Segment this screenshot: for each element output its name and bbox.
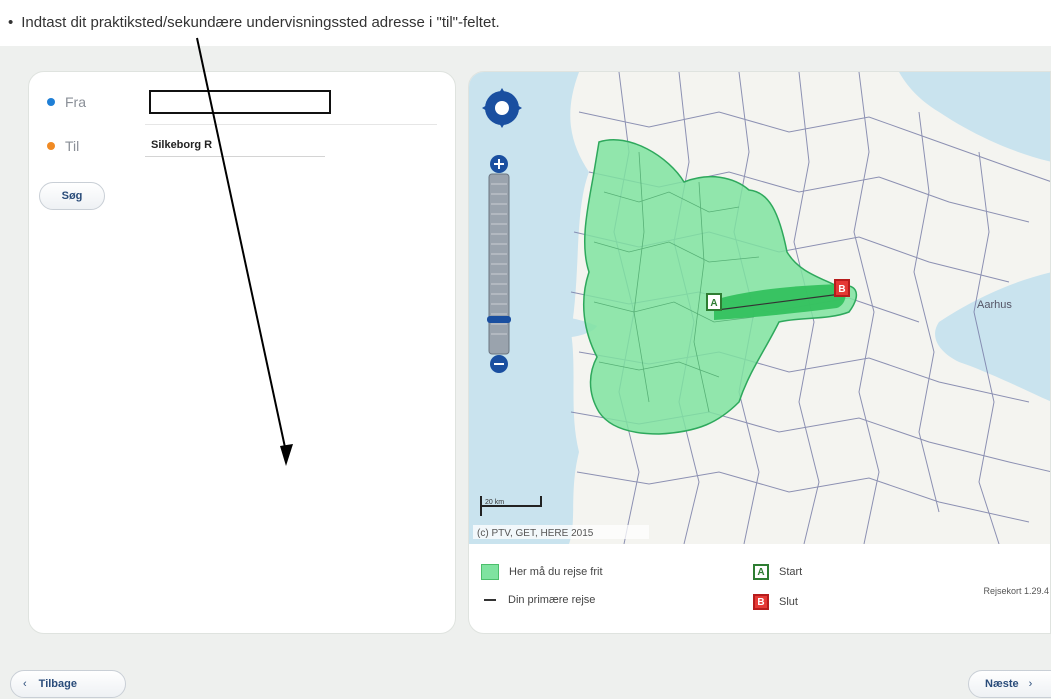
version-label: Rejsekort 1.29.4 — [983, 586, 1049, 596]
instruction-label: Indtast dit praktiksted/sekundære underv… — [21, 14, 500, 31]
bullet-icon: • — [8, 14, 14, 31]
next-label: Næste — [985, 678, 1019, 690]
map-panel: Aarhus A B 20 km (c) PTV, GET, HERE 2015… — [468, 71, 1051, 634]
instruction-bar: • Indtast dit praktiksted/sekundære under… — [0, 0, 1051, 46]
to-row: Til — [47, 132, 153, 160]
back-button[interactable]: ‹ Tilbage — [10, 670, 126, 698]
from-input[interactable] — [149, 90, 331, 114]
zoom-control[interactable] — [487, 155, 511, 373]
from-dot-icon — [47, 98, 55, 106]
end-marker-icon: B — [753, 594, 769, 610]
map-attribution: (c) PTV, GET, HERE 2015 — [477, 528, 594, 539]
end-marker-label: B — [838, 284, 845, 295]
legend-start: A Start — [753, 564, 802, 580]
chevron-left-icon: ‹ — [23, 678, 27, 690]
start-marker-icon: A — [753, 564, 769, 580]
to-input[interactable]: Silkeborg R — [149, 134, 325, 156]
instruction-text: • Indtast dit praktiksted/sekundære under… — [8, 14, 500, 31]
legend-primary-route: Din primære rejse — [481, 594, 595, 606]
legend-free-travel: Her må du rejse frit — [481, 564, 603, 580]
to-input-underline — [145, 156, 325, 157]
journey-form-panel: Fra Til Silkeborg R Søg — [28, 71, 456, 634]
start-marker[interactable]: A — [706, 293, 722, 311]
legend-end-label: Slut — [779, 596, 798, 608]
from-row: Fra — [47, 88, 153, 116]
chevron-right-icon: › — [1028, 678, 1033, 690]
legend-primary-route-label: Din primære rejse — [508, 594, 596, 606]
search-button[interactable]: Søg — [39, 182, 105, 210]
to-label: Til — [65, 138, 80, 154]
route-line-icon — [484, 599, 496, 601]
zoom-slider-handle — [487, 316, 511, 323]
west-sea — [469, 72, 589, 544]
to-dot-icon — [47, 142, 55, 150]
start-marker-label: A — [710, 298, 717, 309]
row-divider — [145, 124, 437, 125]
back-label: Tilbage — [38, 678, 77, 690]
legend-start-label: Start — [779, 566, 803, 578]
next-button[interactable]: Næste › — [968, 670, 1051, 698]
end-marker[interactable]: B — [834, 279, 850, 297]
scale-label: 20 km — [485, 499, 504, 506]
legend-free-travel-label: Her må du rejse frit — [509, 566, 603, 578]
city-label: Aarhus — [977, 299, 1012, 311]
from-label: Fra — [65, 94, 86, 110]
free-travel-swatch-icon — [481, 564, 499, 580]
legend-end: B Slut — [753, 594, 798, 610]
zone-map[interactable]: Aarhus A B 20 km (c) PTV, GET, HERE 2015 — [469, 72, 1050, 544]
